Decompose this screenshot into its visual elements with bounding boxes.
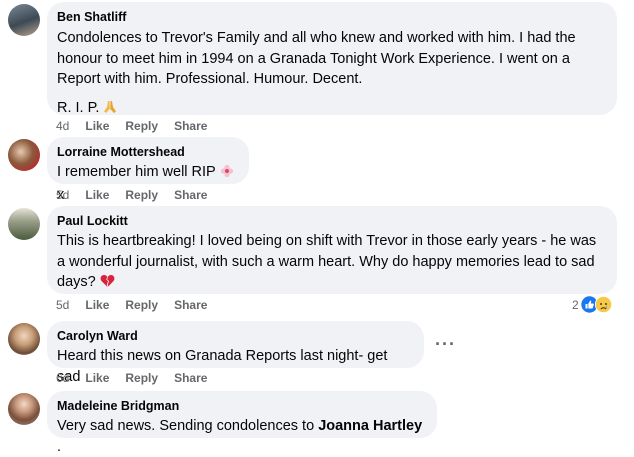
reaction-summary[interactable]: 2 (572, 295, 612, 314)
comment-text: This is heartbreaking! I loved being on … (57, 231, 607, 295)
comment-line: This is heartbreaking! I loved being on … (57, 233, 597, 249)
comment-bubble: Ben Shatliff Condolences to Trevor's Fam… (47, 2, 617, 116)
reply-button[interactable]: Reply (125, 119, 158, 133)
comment-text: Condolences to Trevor's Family and all w… (57, 28, 607, 120)
reaction-count: 2 (572, 297, 579, 312)
reply-button[interactable]: Reply (125, 188, 158, 202)
comment-extra-text: R. I. P. (57, 99, 100, 116)
comment-text-main: I remember him well RIP (57, 164, 216, 180)
broken-heart-icon (100, 274, 115, 295)
comment-bubble: Carolyn Ward Heard this news on Granada … (47, 321, 424, 385)
comment-text: Very sad news. Sending condolences to Jo… (57, 416, 427, 457)
like-button[interactable]: Like (85, 371, 109, 385)
avatar[interactable] (8, 393, 40, 425)
like-button[interactable]: Like (85, 188, 109, 202)
comment-author[interactable]: Carolyn Ward (57, 328, 414, 345)
comment-author[interactable]: Ben Shatliff (57, 9, 607, 26)
comment-timestamp[interactable]: 6d (56, 371, 69, 385)
comment-line: Report with him. Professional. Humour. D… (57, 71, 363, 87)
comment-text-main: Very sad news. Sending condolences to (57, 418, 315, 434)
avatar[interactable] (8, 4, 40, 36)
avatar[interactable] (8, 323, 40, 355)
comment-timestamp[interactable]: 5d (56, 188, 69, 202)
share-button[interactable]: Share (174, 119, 207, 133)
more-options-icon[interactable]: ··· (435, 334, 456, 355)
comment-bubble: Madeleine Bridgman Very sad news. Sendin… (47, 391, 437, 455)
comment-line: honour to meet him in 1994 on a Granada … (57, 50, 570, 67)
avatar[interactable] (8, 208, 40, 240)
comment-text-suffix: . (57, 438, 62, 455)
comment-actions: 5d Like Reply Share (56, 188, 207, 202)
sad-reaction-icon (594, 295, 612, 314)
comment-last-line: days? (57, 272, 607, 295)
mention-link[interactable]: Joanna Hartley (318, 418, 422, 434)
like-button[interactable]: Like (85, 119, 109, 133)
comment-actions: 5d Like Reply Share (56, 298, 207, 312)
comment-timestamp[interactable]: 4d (56, 119, 69, 133)
folded-hands-icon (103, 100, 117, 121)
reply-button[interactable]: Reply (125, 371, 158, 385)
comment-bubble: Paul Lockitt This is heartbreaking! I lo… (47, 206, 617, 294)
reply-button[interactable]: Reply (125, 298, 158, 312)
comment-author[interactable]: Lorraine Mottershead (57, 144, 239, 161)
comment-actions: 6d Like Reply Share (56, 371, 207, 385)
comment-extra-line: R. I. P. (57, 98, 607, 121)
avatar[interactable] (8, 139, 40, 171)
like-button[interactable]: Like (85, 298, 109, 312)
share-button[interactable]: Share (174, 298, 207, 312)
flower-icon (220, 164, 234, 185)
comment-author[interactable]: Paul Lockitt (57, 213, 607, 230)
share-button[interactable]: Share (174, 188, 207, 202)
comment-actions: 4d Like Reply Share (56, 119, 207, 133)
comment-line: days? (57, 274, 96, 290)
comment-line: a wonderful journalist, with such a warm… (57, 253, 595, 270)
comment-author[interactable]: Madeleine Bridgman (57, 398, 427, 415)
comment-line: Condolences to Trevor's Family and all w… (57, 30, 576, 46)
comment-timestamp[interactable]: 5d (56, 298, 69, 312)
share-button[interactable]: Share (174, 371, 207, 385)
comment-bubble: Lorraine Mottershead I remember him well… (47, 137, 249, 203)
